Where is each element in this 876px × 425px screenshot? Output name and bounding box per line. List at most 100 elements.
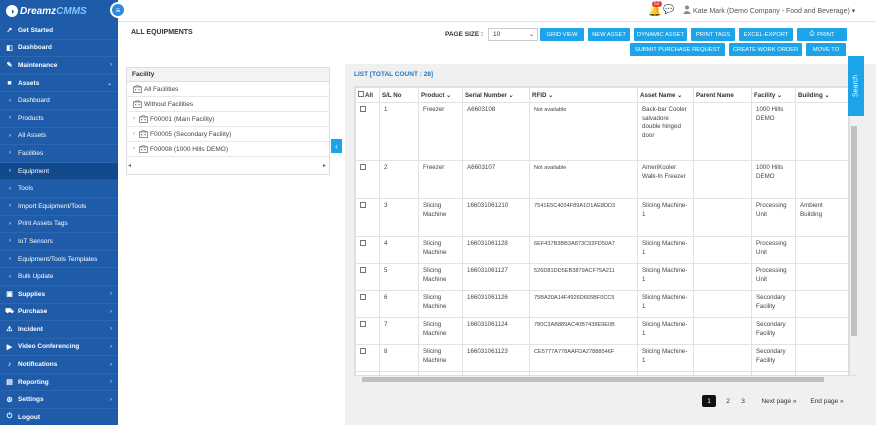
row-checkbox[interactable] — [360, 240, 366, 246]
sidebar-item-purchase[interactable]: ⛟ Purchase › — [0, 304, 118, 322]
page-2-button[interactable]: 2 — [723, 395, 733, 407]
vertical-scroll-thumb[interactable] — [851, 126, 857, 336]
row-checkbox[interactable] — [360, 321, 366, 327]
table-cell: 75BA30A14F4926D665BF0CC5 — [529, 290, 638, 318]
facility-tree-item[interactable]: › F00008 (1000 Hills DEMO) — [127, 142, 329, 157]
page-size-label: PAGE SIZE : — [445, 31, 484, 38]
new-asset-button[interactable]: NEW ASSET — [588, 28, 630, 41]
sidebar-item-maintenance[interactable]: ✎ Maintenance › — [0, 57, 118, 75]
sidebar-item-settings[interactable]: ⚙ Settings › — [0, 391, 118, 410]
table-row[interactable]: 7 Slicing Machine 166031061124 780C3AB889AC… — [355, 317, 848, 345]
select-all-checkbox[interactable] — [358, 91, 364, 97]
scroll-right-icon[interactable]: ▸ — [323, 162, 326, 169]
logo[interactable]: ◑ DreamzCMMS — [0, 0, 118, 22]
table-cell: 166031061123 — [462, 344, 530, 372]
table-vertical-scrollbar[interactable] — [849, 86, 857, 382]
table-row[interactable]: 3 Slicing Machine 166031061210 7541E5C4034F… — [355, 198, 848, 237]
expand-icon[interactable]: › — [129, 146, 139, 152]
table-row[interactable]: 8 Slicing Machine 166031061123 CE5777A778AA… — [355, 344, 848, 372]
sidebar-item-label: Equipment — [18, 167, 50, 175]
dynamic-asset-button[interactable]: DYNAMIC ASSET — [634, 28, 687, 41]
move-to-button[interactable]: MOVE TO — [806, 43, 846, 56]
column-header-product[interactable]: Product ⌄ — [418, 87, 463, 103]
chevron-right-icon: › — [9, 97, 11, 104]
table-row[interactable]: 2 Freezer A6603107 Not available AmeriKooler… — [355, 160, 848, 199]
sidebar-item-bulk-update[interactable]: › Bulk Update — [0, 268, 118, 286]
sidebar-item-dashboard[interactable]: ◧ Dashboard — [0, 40, 118, 58]
scroll-left-icon[interactable]: ◂ — [128, 162, 131, 169]
row-checkbox[interactable] — [360, 106, 366, 112]
tree-horizontal-scrollbar[interactable]: ◂ ▸ — [126, 162, 330, 171]
chat-icon[interactable]: 💬 — [663, 4, 674, 15]
sort-chevron-down-icon[interactable]: ⌄ — [675, 92, 682, 99]
row-checkbox[interactable] — [360, 202, 366, 208]
table-cell: Secondary Facility — [751, 344, 796, 372]
page-3-button[interactable]: 3 — [738, 395, 748, 407]
page-size-select[interactable]: 10 ⌄ — [488, 28, 538, 41]
page-1-button[interactable]: 1 — [702, 395, 716, 407]
menu-toggle-icon[interactable]: ≡ — [110, 2, 126, 18]
facility-tree-item[interactable]: Without Facilities — [127, 97, 329, 112]
sidebar-item-dashboard[interactable]: › Dashboard — [0, 92, 118, 110]
sidebar-item-get-started[interactable]: ➚ Get Started — [0, 22, 118, 40]
grid-view-button[interactable]: GRID VIEW — [540, 28, 584, 41]
row-checkbox[interactable] — [360, 348, 366, 354]
sort-chevron-down-icon[interactable]: ⌄ — [444, 92, 451, 99]
table-horizontal-scrollbar[interactable] — [354, 375, 857, 383]
search-tab[interactable]: Search — [848, 56, 864, 116]
create-work-order-button[interactable]: CREATE WORK ORDER — [729, 43, 802, 56]
row-checkbox[interactable] — [360, 294, 366, 300]
sort-chevron-down-icon[interactable]: ⌄ — [507, 92, 514, 99]
column-header-label: Asset Name — [640, 91, 676, 99]
row-checkbox[interactable] — [360, 267, 366, 273]
sort-chevron-down-icon[interactable]: ⌄ — [775, 92, 782, 99]
excel-export-button[interactable]: EXCEL-EXPORT — [739, 28, 793, 41]
column-header-all[interactable]: All — [355, 87, 380, 103]
horizontal-scroll-thumb[interactable] — [362, 377, 824, 382]
sidebar-item-logout[interactable]: ⏻ Logout — [0, 409, 118, 425]
column-header-building[interactable]: Building ⌄ — [795, 87, 848, 103]
sidebar-item-equipment[interactable]: › Equipment — [0, 162, 118, 181]
sidebar-item-all-assets[interactable]: › All Assets — [0, 128, 118, 146]
table-cell: Secondary Facility — [751, 317, 796, 345]
table-cell — [693, 290, 752, 318]
table-row[interactable]: 1 Freezer A6603108 Not available Back-bar Co… — [355, 102, 848, 161]
table-row[interactable]: 5 Slicing Machine 166031061127 526D81DD5EB3… — [355, 263, 848, 291]
sidebar-item-assets[interactable]: ■ Assets ⌄ — [0, 75, 118, 93]
sidebar-item-video-conferencing[interactable]: ▶ Video Conferencing › — [0, 339, 118, 357]
sidebar-item-reporting[interactable]: ▤ Reporting › — [0, 374, 118, 392]
column-header-facility[interactable]: Facility ⌄ — [751, 87, 796, 103]
sidebar-item-facilities[interactable]: › Facilities — [0, 145, 118, 163]
table-row[interactable]: 6 Slicing Machine 166031061126 75BA30A14F49… — [355, 290, 848, 318]
column-header-serial-number[interactable]: Serial Number ⌄ — [462, 87, 530, 103]
end-page-button[interactable]: End page » — [808, 395, 846, 407]
facility-tree-item[interactable]: › F00001 (Main Facility) — [127, 112, 329, 127]
print-button[interactable]: ⎙ PRINT — [797, 28, 847, 41]
sidebar-item-supplies[interactable]: ▣ Supplies › — [0, 286, 118, 304]
sidebar-item-incident[interactable]: ⚠ Incident › — [0, 321, 118, 339]
column-header-asset-name[interactable]: Asset Name ⌄ — [637, 87, 694, 103]
submit-purchase-request-button[interactable]: SUBMIT PURCHASE REQUEST — [630, 43, 725, 56]
facility-tree-item[interactable]: All Facilities — [127, 82, 329, 97]
sidebar-item-tools[interactable]: › Tools — [0, 180, 118, 198]
column-header-rfid[interactable]: RFID ⌄ — [529, 87, 638, 103]
expand-icon[interactable]: › — [129, 131, 139, 137]
sort-chevron-down-icon[interactable]: ⌄ — [546, 92, 553, 99]
row-checkbox[interactable] — [360, 164, 366, 170]
collapse-panel-button[interactable]: ‹ — [331, 139, 342, 153]
sidebar-item-print-assets-tags[interactable]: › Print Assets Tags — [0, 216, 118, 234]
expand-icon[interactable]: › — [129, 116, 139, 122]
user-menu[interactable]: Kate Mark (Demo Company - Food and Bever… — [693, 7, 855, 15]
sidebar-item-products[interactable]: › Products — [0, 110, 118, 128]
sidebar-item-notifications[interactable]: ♪ Notifications › — [0, 356, 118, 374]
chevron-right-icon: › — [9, 220, 11, 227]
sidebar-item-iot-sensors[interactable]: › IoT Sensors — [0, 233, 118, 251]
box-icon: ▣ — [6, 291, 13, 299]
next-page-button[interactable]: Next page » — [758, 395, 800, 407]
sidebar-item-import-equipment-tools[interactable]: › Import Equipment/Tools — [0, 198, 118, 216]
facility-tree-item[interactable]: › F00005 (Secondary Facility) — [127, 127, 329, 142]
sort-chevron-down-icon[interactable]: ⌄ — [823, 92, 829, 99]
table-row[interactable]: 4 Slicing Machine 166031061128 6EF437B3BB3A… — [355, 236, 848, 264]
sidebar-item-equipment-tools-templates[interactable]: › Equipment/Tools Templates — [0, 251, 118, 269]
print-tags-button[interactable]: PRINT TAGS — [691, 28, 735, 41]
